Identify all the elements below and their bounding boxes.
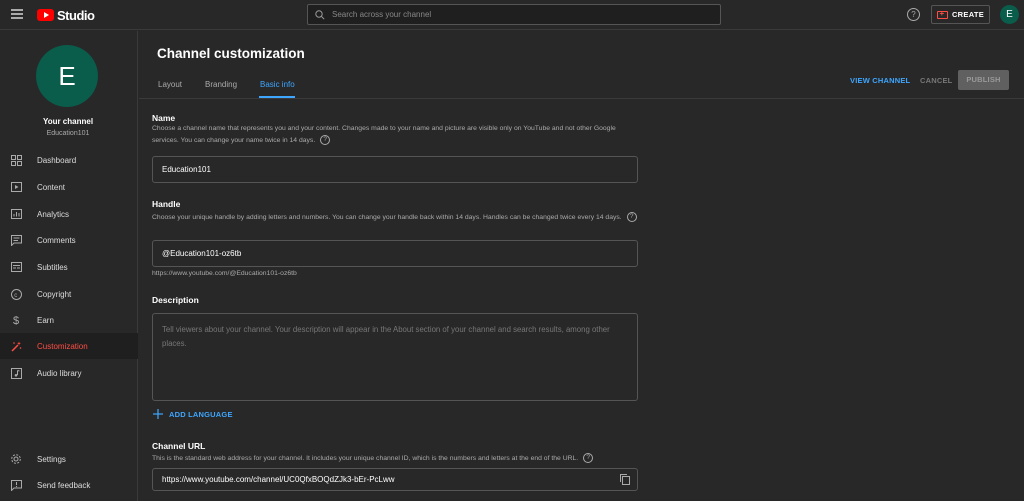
sidebar-item-label: Earn <box>37 315 54 325</box>
name-section-description: Choose a channel name that represents yo… <box>152 124 642 146</box>
sidebar-item-settings[interactable]: Settings <box>0 446 138 472</box>
channel-avatar[interactable]: E <box>36 45 98 107</box>
cancel-button[interactable]: CANCEL <box>920 76 952 85</box>
search-icon <box>308 5 332 24</box>
analytics-icon <box>10 209 22 220</box>
sidebar-item-earn[interactable]: $ Earn <box>0 307 138 333</box>
plus-icon <box>153 409 163 419</box>
help-icon[interactable]: ? <box>583 453 594 463</box>
search-input[interactable] <box>332 10 702 19</box>
help-icon[interactable]: ? <box>320 134 331 145</box>
subtitles-icon <box>10 262 22 273</box>
sidebar: E Your channel Education101 Dashboard Co… <box>0 31 138 501</box>
comments-icon <box>10 234 22 246</box>
sidebar-item-customization[interactable]: Customization <box>0 333 138 359</box>
sidebar-item-copyright[interactable]: c Copyright <box>0 281 138 307</box>
publish-button[interactable]: PUBLISH <box>958 70 1009 90</box>
page-title: Channel customization <box>157 46 305 61</box>
copyright-icon: c <box>10 288 22 300</box>
copy-icon[interactable] <box>620 474 630 485</box>
channel-url-section-title: Channel URL <box>152 441 206 451</box>
channel-url-section-description: This is the standard web address for you… <box>152 453 652 464</box>
sidebar-item-label: Audio library <box>37 368 82 378</box>
view-channel-button[interactable]: VIEW CHANNEL <box>850 76 910 85</box>
sidebar-item-label: Send feedback <box>37 480 91 490</box>
tab-layout[interactable]: Layout <box>158 80 182 89</box>
audio-library-icon <box>10 367 22 379</box>
gear-icon <box>10 454 22 465</box>
content-icon <box>10 182 22 193</box>
svg-text:$: $ <box>13 315 19 326</box>
handle-field[interactable]: @Education101-oz6tb <box>152 240 638 267</box>
sidebar-item-label: Subtitles <box>37 262 68 272</box>
menu-icon[interactable] <box>11 9 23 19</box>
create-button[interactable]: CREATE <box>931 5 990 24</box>
feedback-icon <box>10 479 22 491</box>
name-description-text: Choose a channel name that represents yo… <box>152 125 616 144</box>
sidebar-item-send-feedback[interactable]: Send feedback <box>0 472 138 498</box>
channel-name: Education101 <box>46 130 90 137</box>
create-label: CREATE <box>951 10 985 19</box>
tab-branding[interactable]: Branding <box>205 80 237 89</box>
account-avatar[interactable]: E <box>1000 5 1019 24</box>
svg-text:c: c <box>14 292 17 298</box>
youtube-logo-icon <box>37 9 54 21</box>
help-icon[interactable]: ? <box>626 212 637 222</box>
channel-url-field: https://www.youtube.com/channel/UC0QfxBO… <box>152 468 638 491</box>
name-section-title: Name <box>152 113 176 123</box>
sidebar-item-comments[interactable]: Comments <box>0 227 138 253</box>
description-section-title: Description <box>152 295 199 305</box>
sidebar-item-label: Comments <box>37 235 76 245</box>
channel-url-description-text: This is the standard web address for you… <box>152 454 579 462</box>
sidebar-item-label: Settings <box>37 454 66 464</box>
your-channel-label: Your channel <box>42 117 94 126</box>
sidebar-item-label: Dashboard <box>37 155 77 165</box>
description-field[interactable]: Tell viewers about your channel. Your de… <box>152 313 638 401</box>
handle-description-text: Choose your unique handle by adding lett… <box>152 213 622 221</box>
sidebar-item-analytics[interactable]: Analytics <box>0 201 138 227</box>
customization-icon <box>10 341 22 352</box>
search-bar[interactable] <box>307 4 721 25</box>
add-language-button[interactable]: ADD LANGUAGE <box>153 409 233 419</box>
sidebar-item-label: Copyright <box>37 289 72 299</box>
sidebar-item-dashboard[interactable]: Dashboard <box>0 147 138 173</box>
handle-section-title: Handle <box>152 199 181 209</box>
sidebar-item-content[interactable]: Content <box>0 174 138 200</box>
sidebar-item-label: Analytics <box>37 209 70 219</box>
tabs-divider <box>139 98 1024 99</box>
name-field[interactable]: Education101 <box>152 156 638 183</box>
sidebar-item-label: Customization <box>37 341 88 351</box>
sidebar-item-subtitles[interactable]: Subtitles <box>0 254 138 280</box>
top-bar: Studio ? CREATE E <box>0 0 1024 30</box>
youtube-studio-logo[interactable]: Studio <box>37 7 95 23</box>
sidebar-item-audio-library[interactable]: Audio library <box>0 360 138 386</box>
earn-icon: $ <box>10 315 22 326</box>
help-icon[interactable]: ? <box>907 8 920 21</box>
handle-section-description: Choose your unique handle by adding lett… <box>152 212 642 223</box>
logo-text: Studio <box>57 7 95 23</box>
create-video-icon <box>936 9 948 19</box>
handle-url: https://www.youtube.com/@Education101-oz… <box>152 270 297 277</box>
add-language-label: ADD LANGUAGE <box>169 409 233 419</box>
tab-basic-info[interactable]: Basic info <box>260 80 295 89</box>
dashboard-icon <box>10 154 22 166</box>
sidebar-item-label: Content <box>37 182 66 192</box>
